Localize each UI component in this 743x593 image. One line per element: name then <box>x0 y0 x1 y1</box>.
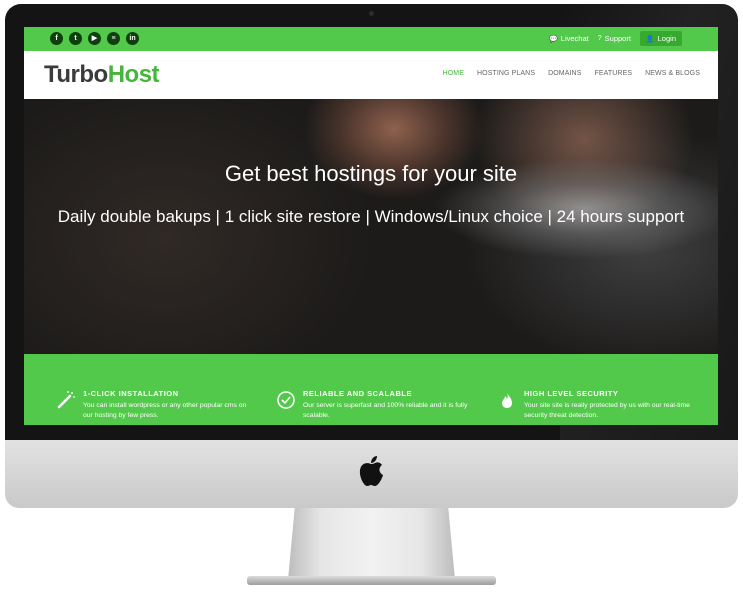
youtube-icon[interactable]: ▶ <box>88 32 101 45</box>
feature-text: Your site site is really protected by us… <box>524 402 690 419</box>
support-link[interactable]: ? Support <box>598 34 631 43</box>
stackexchange-icon[interactable]: ≡ <box>107 32 120 45</box>
nav-home[interactable]: HOME <box>443 70 464 77</box>
twitter-icon[interactable]: t <box>69 32 82 45</box>
monitor-stand-base <box>247 576 496 585</box>
nav-menu: HOME HOSTING PLANS DOMAINS FEATURES NEWS… <box>443 70 700 77</box>
main-navbar: TurboHost HOME HOSTING PLANS DOMAINS FEA… <box>24 51 718 100</box>
feature-text: You can install wordpress or any other p… <box>83 402 247 419</box>
website-screen: f t ▶ ≡ in 💬 Livechat ? Support 👤 Login … <box>24 27 718 425</box>
feature-title: HIGH LEVEL SECURITY <box>524 389 619 398</box>
site-logo[interactable]: TurboHost <box>44 61 160 89</box>
livechat-link[interactable]: 💬 Livechat <box>549 34 589 43</box>
apple-logo-icon <box>359 456 383 486</box>
nav-features[interactable]: FEATURES <box>594 70 632 77</box>
monitor-stand <box>288 508 455 580</box>
chat-icon: 💬 <box>549 35 558 43</box>
logo-part-host: Host <box>107 61 160 88</box>
livechat-label: Livechat <box>560 34 589 43</box>
check-circle-icon <box>277 391 295 409</box>
user-icon: 👤 <box>645 35 655 43</box>
support-label: Support <box>604 34 631 43</box>
hero-title: Get best hostings for your site <box>224 161 518 186</box>
login-label: Login <box>657 34 676 43</box>
magic-wand-icon <box>57 391 75 409</box>
flame-icon <box>502 392 512 408</box>
social-links: f t ▶ ≡ in <box>50 32 139 45</box>
feature-title: RELIABLE AND SCALABLE <box>303 389 412 398</box>
features-strip: 1-CLICK INSTALLATION You can install wor… <box>24 354 718 425</box>
nav-hosting-plans[interactable]: HOSTING PLANS <box>477 70 535 77</box>
question-icon: ? <box>597 35 602 42</box>
feature-title: 1-CLICK INSTALLATION <box>83 389 179 398</box>
feature-text: Our server is superfast and 100% reliabl… <box>303 402 468 419</box>
logo-part-turbo: Turbo <box>44 61 108 88</box>
nav-domains[interactable]: DOMAINS <box>548 70 581 77</box>
hero-subtitle: Daily double bakups | 1 click site resto… <box>57 207 685 226</box>
camera-dot <box>369 11 374 16</box>
linkedin-icon[interactable]: in <box>126 32 139 45</box>
facebook-icon[interactable]: f <box>50 32 63 45</box>
top-bar: f t ▶ ≡ in 💬 Livechat ? Support 👤 Login <box>24 27 718 51</box>
top-links: 💬 Livechat ? Support 👤 Login <box>549 31 682 46</box>
login-button[interactable]: 👤 Login <box>639 31 682 46</box>
nav-news-blogs[interactable]: NEWS & BLOGS <box>645 70 700 77</box>
hero-banner: Get best hostings for your site Daily do… <box>24 99 718 354</box>
